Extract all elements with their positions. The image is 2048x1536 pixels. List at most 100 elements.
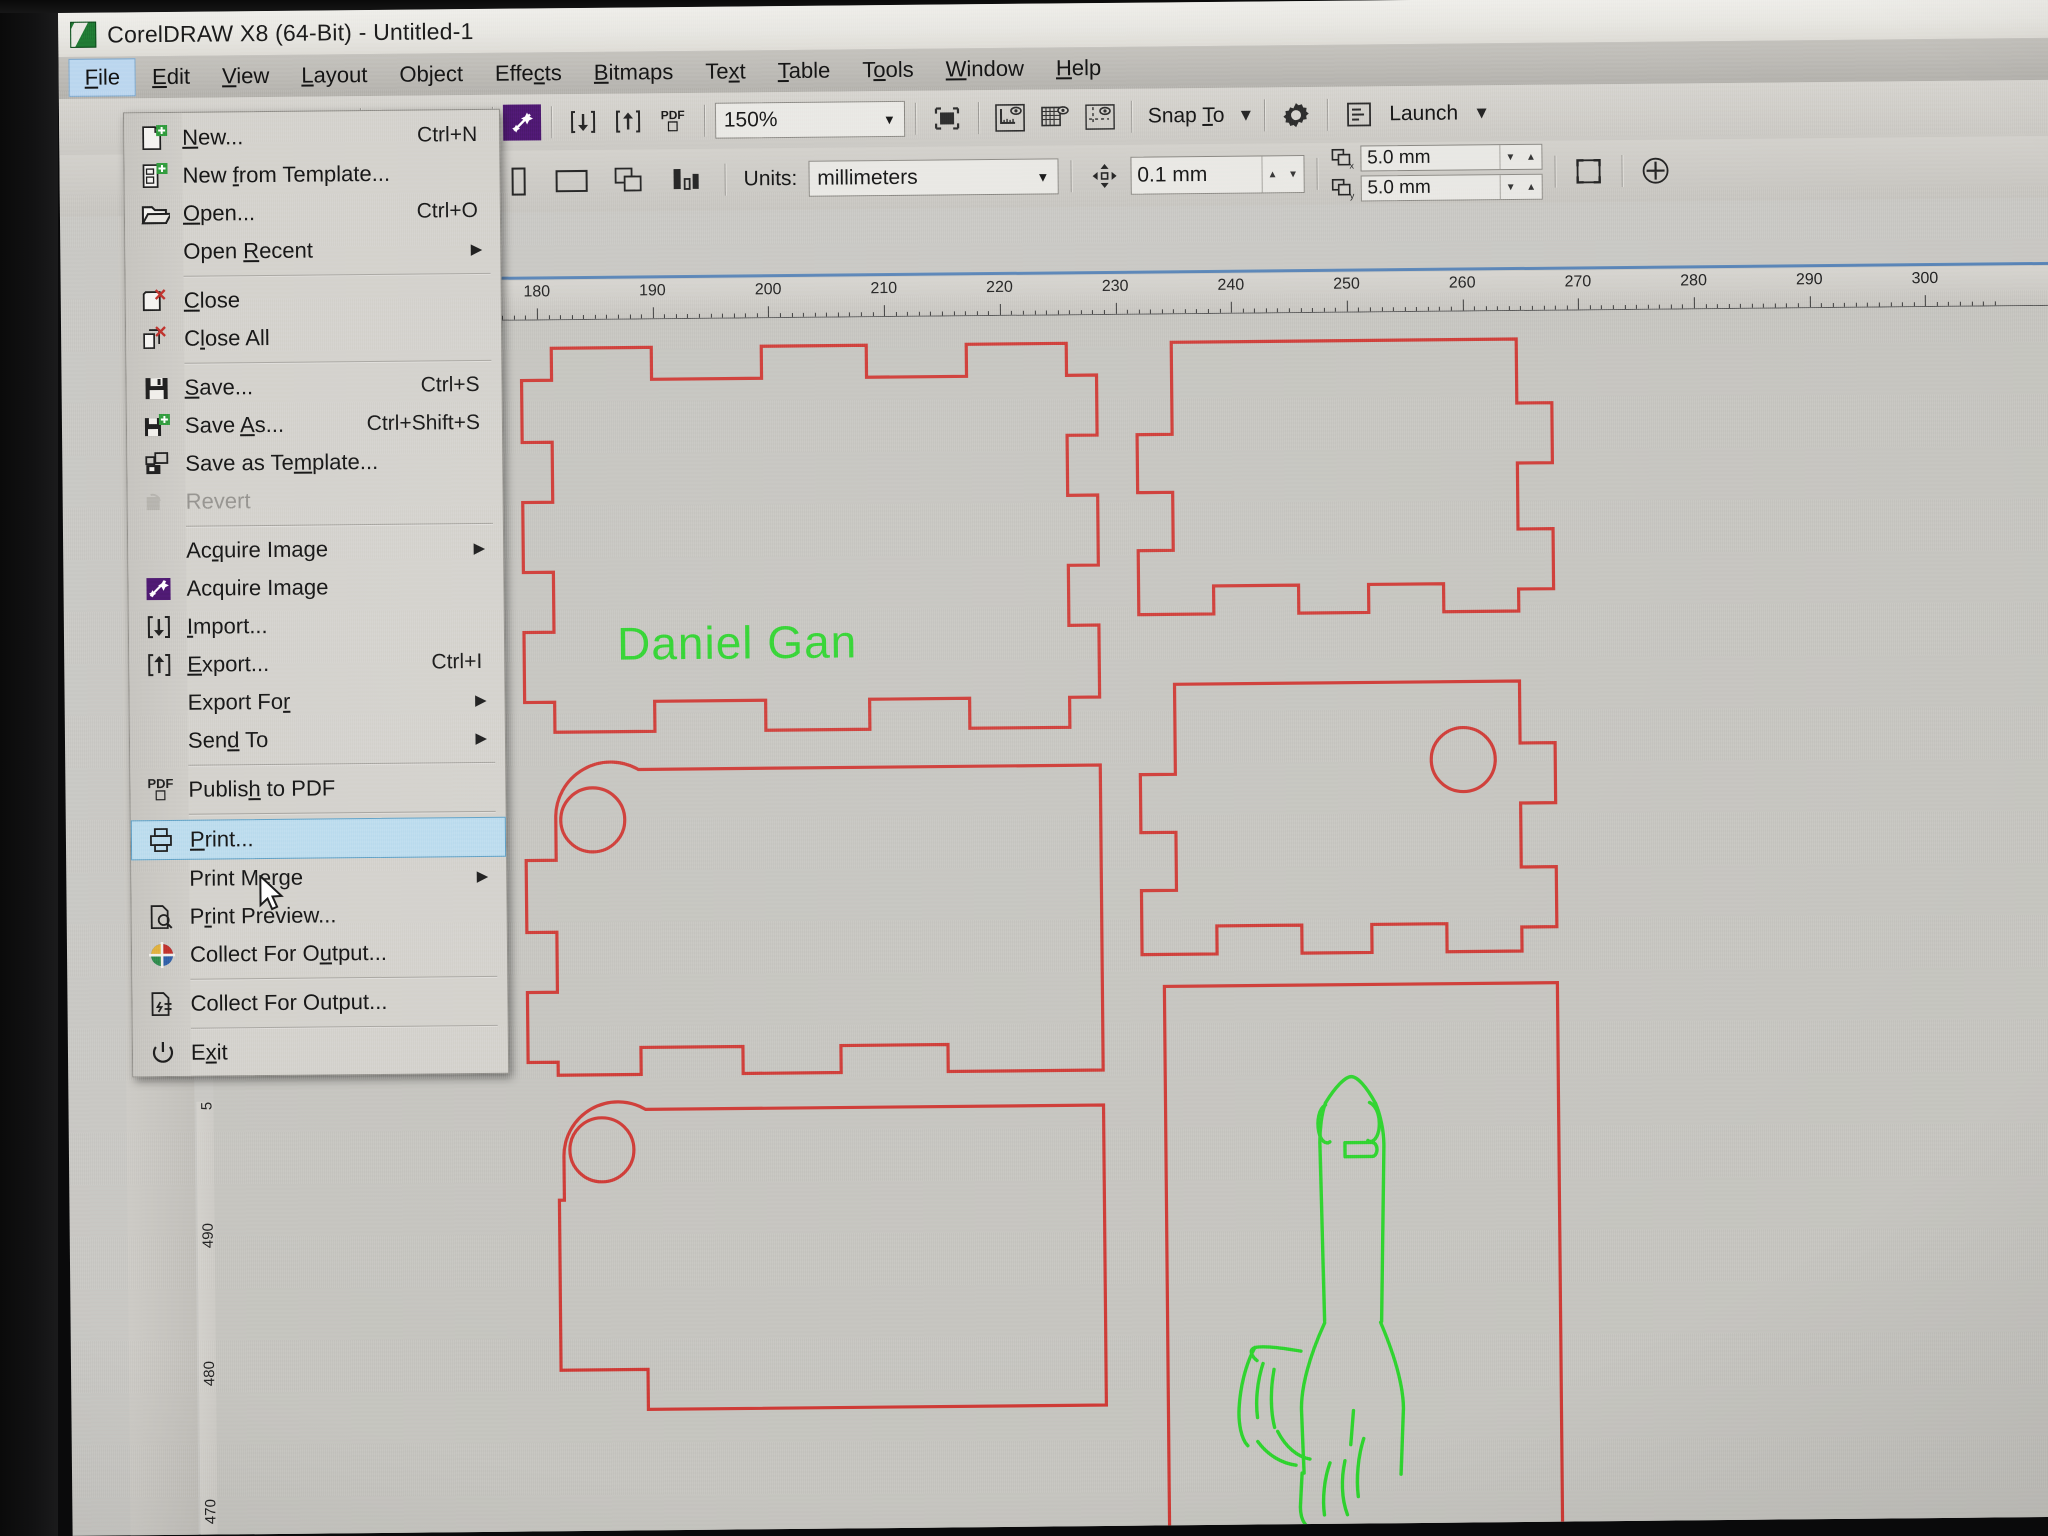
nudge-spinner[interactable]: ▲ ▼ — [1261, 156, 1304, 193]
box-panel-top-right[interactable] — [1135, 337, 1556, 617]
ruler-tick-label: 200 — [754, 281, 782, 299]
current-page-icon[interactable] — [660, 160, 712, 200]
menu-item-exit[interactable]: Exit — [133, 1031, 508, 1073]
chevron-down-icon[interactable]: ▼ — [869, 111, 896, 126]
menu-item-label: Publish to PDF — [188, 775, 336, 802]
all-pages-icon[interactable] — [603, 160, 655, 200]
duplicate-y-field[interactable]: 5.0 mm ▼ ▲ — [1360, 173, 1543, 202]
units-combo[interactable]: millimeters ▼ — [808, 158, 1059, 197]
menu-item-label: Open Recent — [183, 237, 314, 264]
coreldraw-application-window: CorelDRAW X8 (64-Bit) - Untitled-1 File … — [58, 0, 2048, 1536]
menu-item-label: Acquire Image — [186, 574, 329, 601]
menu-item-label: Exit — [190, 1039, 228, 1065]
publish-pdf-icon[interactable]: PDF ☐ — [652, 101, 694, 141]
panel-hole[interactable] — [568, 1116, 636, 1184]
menu-item-new-from-template[interactable]: New from Template... — [124, 154, 499, 196]
menu-bitmaps[interactable]: Bitmaps — [578, 53, 690, 92]
menu-item-search-content[interactable]: Acquire Image — [128, 567, 503, 609]
panel-hole[interactable] — [1429, 725, 1497, 794]
menu-item-open-recent[interactable]: Open Recent ▶ — [125, 230, 500, 272]
menu-tools[interactable]: Tools — [846, 51, 930, 90]
ruler-minor-tick — [1821, 303, 1823, 308]
duplicate-x-field[interactable]: 5.0 mm ▼ ▲ — [1360, 143, 1543, 172]
menu-item-print[interactable]: Print... — [130, 816, 507, 861]
pdf-glyph-label: PDF ☐ — [660, 107, 685, 134]
duplicate-x-spinner[interactable]: ▼ ▲ — [1499, 144, 1542, 170]
menu-item-open[interactable]: Open... Ctrl+O — [125, 192, 500, 234]
landscape-orientation-icon[interactable] — [544, 161, 598, 202]
menu-item-export[interactable]: Export... Ctrl+I — [129, 643, 504, 685]
text-daniel-gan[interactable]: Daniel Gan — [617, 615, 858, 669]
full-screen-preview-icon[interactable] — [926, 98, 968, 138]
menu-item-send-to[interactable]: Send To ▶ — [130, 719, 505, 761]
grid-icon[interactable] — [1034, 97, 1076, 137]
options-gear-icon[interactable] — [1275, 95, 1317, 135]
menu-view[interactable]: View — [206, 57, 286, 96]
menu-item-import[interactable]: Import... — [129, 605, 504, 647]
ruler-minor-tick — [1728, 303, 1730, 308]
launch-label[interactable]: Launch — [1383, 102, 1464, 127]
menu-item-document-properties[interactable]: Collect For Output... — [132, 982, 507, 1024]
menu-edit[interactable]: Edit — [136, 58, 206, 97]
menu-item-publish-to-pdf[interactable]: PDF ☐ Publish to PDF — [130, 768, 505, 810]
menu-layout[interactable]: Layout — [285, 56, 383, 95]
menu-item-close-all[interactable]: Close All — [126, 317, 501, 359]
duplicate-y-spinner[interactable]: ▼ ▲ — [1499, 174, 1542, 200]
launch-icon[interactable] — [1338, 94, 1380, 134]
portrait-orientation-icon[interactable] — [497, 161, 539, 201]
menu-item-save-as-template[interactable]: Save as Template... — [127, 442, 502, 484]
box-panel-middle-left[interactable] — [524, 757, 1105, 1077]
box-panel-middle-right[interactable] — [1138, 679, 1559, 957]
import-icon[interactable] — [562, 102, 604, 142]
menu-item-collect-for-output[interactable]: Collect For Output... — [132, 933, 507, 975]
toolbar-separator — [1554, 155, 1556, 188]
file-menu-dropdown[interactable]: New... Ctrl+N New from Template... Open.… — [122, 108, 510, 1078]
menu-object[interactable]: Object — [383, 55, 479, 94]
save-floppy-icon — [134, 371, 178, 405]
menu-effects[interactable]: Effects — [479, 54, 578, 93]
menu-separator — [188, 810, 496, 815]
menu-item-export-for[interactable]: Export For ▶ — [129, 681, 504, 723]
ruler-minor-tick — [1369, 307, 1371, 312]
snap-to-caret-icon[interactable]: ▼ — [1237, 106, 1254, 126]
box-panel-top-left[interactable] — [519, 341, 1102, 734]
box-panel-bottom-left[interactable] — [557, 1097, 1109, 1412]
duplicate-distance-x-row[interactable]: x 5.0 mm ▼ ▲ — [1329, 143, 1543, 172]
menu-item-close[interactable]: Close — [126, 279, 501, 321]
snap-to-label[interactable]: Snap To — [1142, 104, 1231, 129]
menu-item-acquire-image[interactable]: Acquire Image ▶ — [128, 529, 503, 571]
chevron-down-icon[interactable]: ▼ — [1022, 169, 1049, 184]
ruler-minor-tick — [1751, 303, 1753, 308]
ruler-minor-tick — [1740, 303, 1742, 308]
ruler-minor-tick — [1497, 306, 1499, 311]
menu-item-new[interactable]: New... Ctrl+N — [124, 116, 499, 158]
add-page-icon[interactable] — [1634, 150, 1676, 190]
rulers-icon[interactable] — [989, 98, 1031, 138]
guidelines-icon[interactable] — [1079, 97, 1121, 137]
launch-caret-icon[interactable]: ▼ — [1473, 103, 1490, 123]
duplicate-distance-y-row[interactable]: y 5.0 mm ▼ ▲ — [1329, 173, 1543, 202]
menu-help[interactable]: Help — [1040, 49, 1118, 88]
menu-item-save[interactable]: Save... Ctrl+S — [126, 366, 501, 408]
menu-item-print-preview[interactable]: Print Preview... — [132, 895, 507, 937]
submenu-arrow-icon: ▶ — [470, 240, 483, 259]
search-content-icon[interactable] — [502, 104, 541, 141]
export-icon[interactable] — [607, 101, 649, 141]
menu-item-label: Open... — [182, 200, 256, 226]
monitor-photo: CorelDRAW X8 (64-Bit) - Untitled-1 File … — [0, 0, 2048, 1536]
menu-item-save-as[interactable]: Save As... Ctrl+Shift+S — [127, 404, 502, 446]
ruler-tick-label: 240 — [1217, 276, 1245, 294]
menu-item-print-merge[interactable]: Print Merge ▶ — [131, 857, 506, 899]
menu-file[interactable]: File — [68, 58, 137, 97]
menu-window[interactable]: Window — [929, 50, 1040, 89]
ruler-minor-tick — [976, 311, 978, 316]
rocket-engraving[interactable] — [1236, 1074, 1406, 1531]
menu-table[interactable]: Table — [762, 51, 847, 90]
box-panel-bottom-right[interactable] — [1162, 981, 1565, 1536]
menu-text[interactable]: Text — [689, 52, 762, 91]
panel-hole[interactable] — [559, 786, 627, 854]
treat-as-filled-icon[interactable] — [1567, 151, 1609, 191]
nudge-field[interactable]: 0.1 mm ▲ ▼ — [1130, 155, 1305, 195]
zoom-level-combo[interactable]: 150% ▼ — [714, 100, 905, 139]
duplicate-distance-group: x 5.0 mm ▼ ▲ y 5.0 mm ▼ ▲ — [1329, 143, 1543, 202]
